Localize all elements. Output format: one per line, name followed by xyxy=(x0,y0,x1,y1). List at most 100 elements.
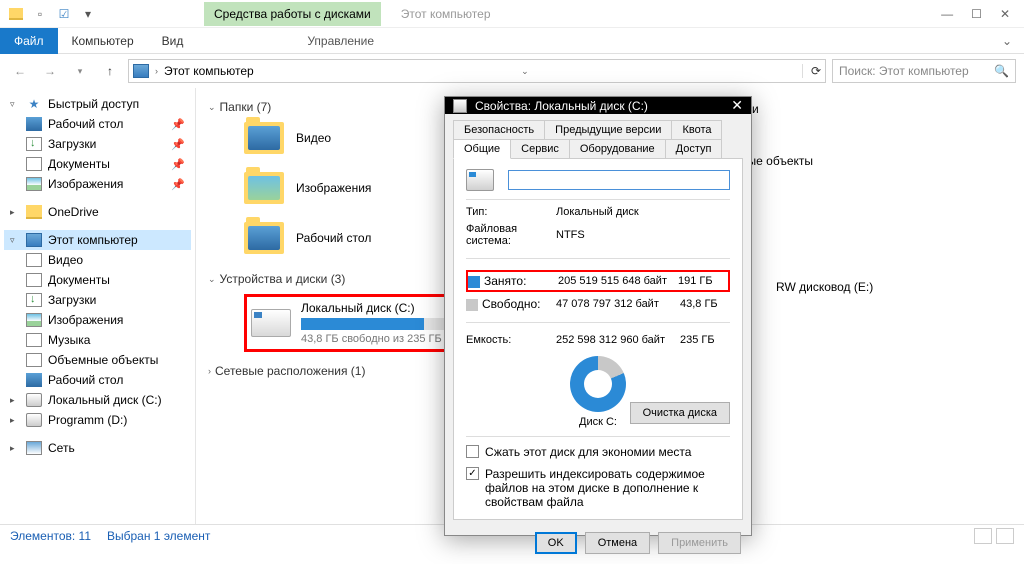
chevron-right-icon[interactable]: ▸ xyxy=(10,415,20,426)
explorer-icon xyxy=(6,4,26,24)
ribbon-expand-icon[interactable]: ⌄ xyxy=(1002,34,1012,48)
group-label: Папки (7) xyxy=(220,100,272,114)
apply-button[interactable]: Применить xyxy=(658,532,741,554)
checkbox-label: Сжать этот диск для экономии места xyxy=(485,445,691,459)
partial-item-dvd: RW дисковод (E:) xyxy=(776,280,873,294)
nav-pc-music[interactable]: Музыка xyxy=(4,330,191,350)
group-label: Устройства и диски (3) xyxy=(220,272,346,286)
chevron-right-icon[interactable]: ▸ xyxy=(10,395,20,406)
images-icon xyxy=(26,313,42,327)
contextual-tab-label: Средства работы с дисками xyxy=(204,2,381,26)
label-capacity: Емкость: xyxy=(466,334,556,346)
nav-quick-access[interactable]: ▿ ★ Быстрый доступ xyxy=(4,94,191,114)
documents-icon xyxy=(26,273,42,287)
disk-icon xyxy=(251,309,291,337)
view-details-button[interactable] xyxy=(974,528,992,544)
address-bar[interactable]: › Этот компьютер ⌄ ⟳ xyxy=(128,59,826,83)
nav-this-pc[interactable]: ▿Этот компьютер xyxy=(4,230,191,250)
chevron-down-icon[interactable]: ▿ xyxy=(10,99,20,110)
qat-properties[interactable]: ☑ xyxy=(54,4,74,24)
maximize-button[interactable]: ☐ xyxy=(971,7,982,21)
nav-up-button[interactable]: ↑ xyxy=(98,59,122,83)
qat-dropdown-icon[interactable]: ▾ xyxy=(78,4,98,24)
nav-qa-documents[interactable]: Документы 📌 xyxy=(4,154,191,174)
checkbox-index[interactable]: ✓ xyxy=(466,467,479,480)
value-capacity-gb: 235 ГБ xyxy=(680,334,730,346)
folder-icon xyxy=(244,172,284,204)
tab-manage[interactable]: Управление xyxy=(307,34,374,48)
nav-label: Документы xyxy=(48,157,110,171)
nav-pc-images[interactable]: Изображения xyxy=(4,310,191,330)
nav-pc-video[interactable]: Видео xyxy=(4,250,191,270)
nav-back-button[interactable]: ← xyxy=(8,59,32,83)
nav-pc-disk-d[interactable]: ▸Programm (D:) xyxy=(4,410,191,430)
nav-network[interactable]: ▸Сеть xyxy=(4,438,191,458)
close-button[interactable]: ✕ xyxy=(1000,7,1010,21)
tab-previous-versions[interactable]: Предыдущие версии xyxy=(544,120,672,140)
chevron-right-icon: › xyxy=(208,366,211,376)
nav-pc-disk-c[interactable]: ▸Локальный диск (C:) xyxy=(4,390,191,410)
tab-view[interactable]: Вид xyxy=(148,28,198,54)
chevron-down-icon[interactable]: ▿ xyxy=(10,235,20,246)
value-capacity-bytes: 252 598 312 960 байт xyxy=(556,334,680,346)
disk-icon xyxy=(453,99,467,113)
breadcrumb-this-pc[interactable]: Этот компьютер xyxy=(164,64,254,78)
tab-quota[interactable]: Квота xyxy=(671,120,722,140)
nav-label: OneDrive xyxy=(48,205,99,219)
chevron-right-icon[interactable]: ▸ xyxy=(10,207,20,218)
nav-label: Загрузки xyxy=(48,293,96,307)
cancel-button[interactable]: Отмена xyxy=(585,532,650,554)
item-label: Рабочий стол xyxy=(296,231,371,245)
qat-new[interactable]: ▫ xyxy=(30,4,50,24)
dialog-title-bar[interactable]: Свойства: Локальный диск (C:) ✕ xyxy=(445,97,751,114)
chevron-right-icon[interactable]: ▸ xyxy=(10,443,20,454)
nav-label: Изображения xyxy=(48,177,123,191)
nav-label: Документы xyxy=(48,273,110,287)
tab-tools[interactable]: Сервис xyxy=(510,139,570,159)
checkbox-index-row[interactable]: ✓Разрешить индексировать содержимое файл… xyxy=(466,467,730,509)
nav-pc-downloads[interactable]: Загрузки xyxy=(4,290,191,310)
value-used-bytes: 205 519 515 648 байт xyxy=(558,275,678,287)
dialog-close-button[interactable]: ✕ xyxy=(731,97,743,114)
nav-label: Объемные объекты xyxy=(48,353,158,367)
chevron-dropdown-icon[interactable]: ⌄ xyxy=(521,66,529,77)
refresh-button[interactable]: ⟳ xyxy=(802,64,821,78)
checkbox-compress-row[interactable]: Сжать этот диск для экономии места xyxy=(466,445,730,459)
disk-cleanup-button[interactable]: Очистка диска xyxy=(630,402,730,424)
minimize-button[interactable]: ― xyxy=(941,7,953,21)
onedrive-icon xyxy=(26,205,42,219)
navigation-pane: ▿ ★ Быстрый доступ Рабочий стол📌 Загрузк… xyxy=(0,88,196,524)
tab-sharing[interactable]: Доступ xyxy=(665,139,723,159)
label-free: Свободно: xyxy=(482,297,541,311)
tab-hardware[interactable]: Оборудование xyxy=(569,139,666,159)
disk-icon xyxy=(466,169,494,191)
drive-c-card[interactable]: Локальный диск (C:) 43,8 ГБ свободно из … xyxy=(244,294,458,352)
nav-label: Музыка xyxy=(48,333,90,347)
drive-name: Локальный диск (C:) xyxy=(301,301,451,315)
nav-label: Загрузки xyxy=(48,137,96,151)
pin-icon: 📌 xyxy=(171,158,185,171)
tab-computer[interactable]: Компьютер xyxy=(58,28,148,54)
value-type: Локальный диск xyxy=(556,206,730,218)
search-input[interactable]: Поиск: Этот компьютер 🔍 xyxy=(832,59,1016,83)
desktop-icon xyxy=(26,117,42,131)
nav-pc-3dobjects[interactable]: Объемные объекты xyxy=(4,350,191,370)
nav-qa-images[interactable]: Изображения📌 xyxy=(4,174,191,194)
ok-button[interactable]: OK xyxy=(535,532,577,554)
nav-qa-desktop[interactable]: Рабочий стол📌 xyxy=(4,114,191,134)
nav-qa-downloads[interactable]: Загрузки📌 xyxy=(4,134,191,154)
tab-general[interactable]: Общие xyxy=(453,139,511,159)
nav-pc-desktop[interactable]: Рабочий стол xyxy=(4,370,191,390)
disk-label-input[interactable] xyxy=(508,170,730,190)
checkbox-compress[interactable] xyxy=(466,445,479,458)
dialog-title: Свойства: Локальный диск (C:) xyxy=(475,99,648,113)
folder-icon xyxy=(244,222,284,254)
swatch-used xyxy=(468,276,480,288)
tab-file[interactable]: Файл xyxy=(0,28,58,54)
tab-security[interactable]: Безопасность xyxy=(453,120,545,140)
label-filesystem: Файловая система: xyxy=(466,223,556,247)
nav-onedrive[interactable]: ▸ OneDrive xyxy=(4,202,191,222)
view-large-button[interactable] xyxy=(996,528,1014,544)
nav-recent-dropdown[interactable]: ▾ xyxy=(68,59,92,83)
nav-pc-documents[interactable]: Документы xyxy=(4,270,191,290)
